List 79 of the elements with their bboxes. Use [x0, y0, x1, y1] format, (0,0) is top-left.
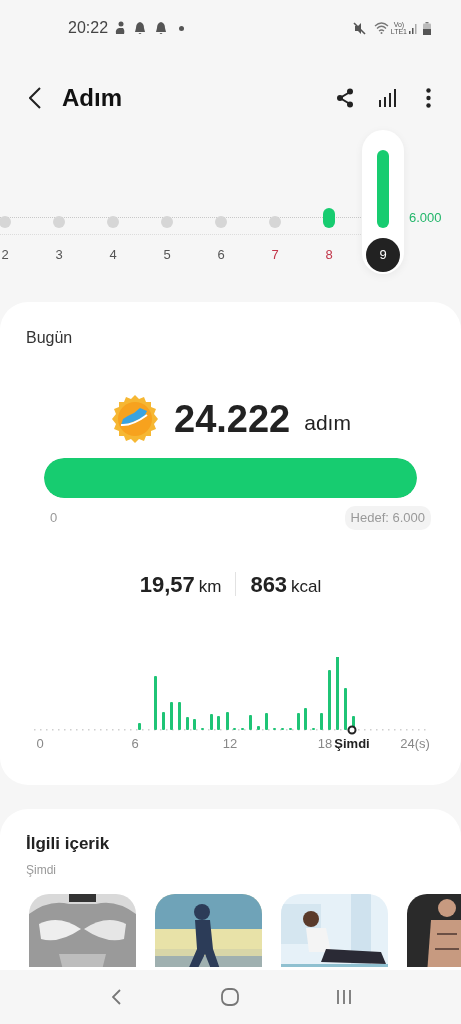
hourly-step-bar [138, 722, 141, 730]
goal-label: 6.000 [409, 209, 442, 227]
wifi-icon [373, 22, 389, 34]
hourly-step-bar [186, 716, 189, 730]
day-step-bar [323, 208, 335, 228]
share-icon [336, 88, 354, 108]
calories-unit: kcal [291, 575, 322, 598]
day-tab[interactable]: 5 [146, 130, 188, 274]
hourly-step-bar [297, 712, 300, 730]
hourly-step-bar [281, 727, 284, 730]
hourly-step-bar [328, 669, 331, 730]
hourly-step-bar [233, 727, 236, 730]
day-tab[interactable]: 8 [308, 130, 350, 274]
day-label: 5 [163, 246, 171, 265]
goal-badge: Hedef: 6.000 [344, 506, 431, 530]
hourly-step-bar [162, 711, 165, 730]
card-title: Bugün [26, 328, 73, 348]
day-tab[interactable]: 4 [92, 130, 134, 274]
day-label: 3 [55, 246, 63, 265]
axis-label: 24(s) [400, 734, 430, 753]
axis-label: 6 [131, 734, 139, 753]
step-unit: adım [304, 410, 351, 437]
now-label: Şimdi [334, 734, 370, 753]
page-title: Adım [62, 83, 122, 113]
bell-icon [134, 21, 147, 35]
hourly-step-bar [289, 727, 292, 730]
distance-value: 19,57 [139, 570, 195, 599]
hourly-step-bar [210, 713, 213, 730]
hourly-step-bar [217, 715, 220, 730]
day-label: 8 [325, 246, 333, 265]
hourly-step-bar [265, 712, 268, 730]
hourly-step-bar [193, 718, 196, 730]
bell-icon [155, 21, 168, 35]
home-icon [221, 988, 240, 1006]
selected-day-tab[interactable]: 9 [362, 130, 404, 274]
battery-icon [423, 21, 431, 35]
axis-label: 18 [317, 734, 333, 753]
distance-unit: km [198, 575, 222, 598]
signal-icon [409, 22, 418, 34]
back-icon [112, 989, 122, 1005]
hourly-step-bar [344, 687, 347, 730]
section-subtitle: Şimdi [26, 862, 56, 877]
day-tab[interactable]: 6 [200, 130, 242, 274]
hourly-step-bar [312, 727, 315, 730]
hourly-step-bar [170, 701, 173, 730]
bar-chart-icon [378, 89, 398, 107]
notification-figure-icon [114, 21, 127, 35]
step-count: 24.222 [174, 400, 291, 438]
hourly-step-bar [201, 727, 204, 730]
hourly-step-bar [226, 711, 229, 730]
hourly-step-bar [154, 675, 157, 730]
day-label: 2 [1, 246, 9, 265]
now-marker [347, 725, 357, 734]
hourly-step-bar [320, 712, 323, 730]
axis-label: 12 [222, 734, 238, 753]
more-icon [425, 88, 431, 108]
day-tab[interactable]: 2 [0, 130, 26, 274]
axis-label: 0 [36, 734, 44, 753]
hourly-step-bar [257, 725, 260, 730]
day-label: 6 [217, 246, 225, 265]
day-tab[interactable]: 3 [38, 130, 80, 274]
day-label: 9 [366, 238, 400, 272]
hourly-step-bar [273, 727, 276, 730]
hourly-step-bar [178, 701, 181, 730]
day-label: 4 [109, 246, 117, 265]
recents-icon [336, 989, 353, 1005]
status-time: 20:22 [68, 18, 109, 38]
hourly-step-bar [249, 714, 252, 730]
calories-value: 863 [250, 570, 288, 599]
day-tab[interactable]: 7 [254, 130, 296, 274]
back-icon [29, 87, 41, 109]
medal-shoe-icon [110, 394, 161, 444]
dot-icon [179, 25, 185, 31]
section-title: İlgili içerik [26, 833, 110, 855]
hourly-step-bar [241, 727, 244, 730]
mute-icon [352, 21, 366, 35]
hourly-step-bar [304, 707, 307, 730]
day-label: 7 [271, 246, 279, 265]
progress-min-label: 0 [50, 509, 58, 527]
